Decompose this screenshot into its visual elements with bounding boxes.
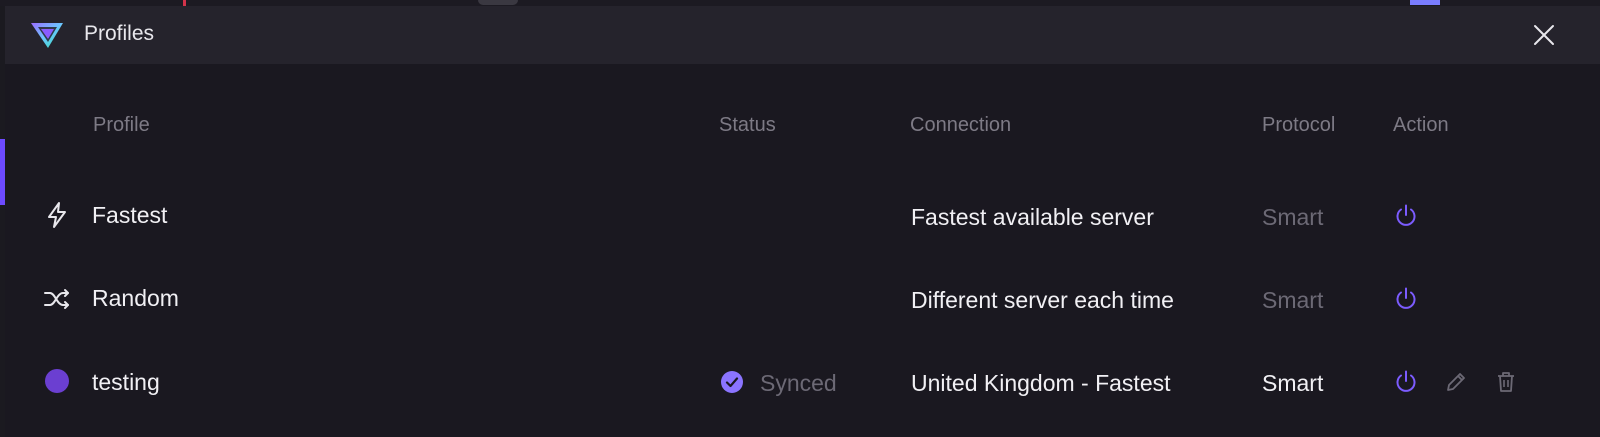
check-circle-icon [721, 371, 743, 393]
close-icon[interactable] [1530, 21, 1558, 49]
column-header-status: Status [719, 114, 776, 136]
proton-vpn-logo-icon [31, 23, 63, 48]
column-header-connection: Connection [910, 114, 1012, 136]
profile-color-dot-icon [45, 369, 69, 393]
power-icon[interactable] [1393, 369, 1419, 395]
profile-name: Random [92, 285, 179, 311]
profile-name: Fastest [92, 202, 168, 228]
power-icon[interactable] [1393, 203, 1419, 229]
protocol-value: Smart [1262, 287, 1324, 313]
protocol-value: Smart [1262, 204, 1324, 230]
bolt-icon [48, 202, 66, 228]
connection-description: United Kingdom - Fastest [911, 370, 1171, 396]
connection-description: Fastest available server [911, 204, 1154, 230]
status-text: Synced [760, 370, 837, 396]
background-tab [478, 0, 518, 5]
background-logo-fragment [1410, 0, 1440, 5]
dialog-title: Profiles [84, 22, 155, 45]
edit-icon[interactable] [1443, 369, 1469, 395]
column-header-protocol: Protocol [1262, 114, 1336, 136]
trash-icon[interactable] [1493, 369, 1519, 395]
profile-name: testing [92, 369, 160, 395]
connection-description: Different server each time [911, 287, 1174, 313]
column-header-profile: Profile [93, 114, 150, 136]
protocol-value: Smart [1262, 370, 1324, 396]
profiles-dialog: Profiles Profile Status Connection Proto… [5, 6, 1600, 437]
column-header-action: Action [1393, 114, 1449, 136]
title-bar: Profiles [5, 6, 1600, 64]
shuffle-icon [44, 289, 69, 309]
power-icon[interactable] [1393, 286, 1419, 312]
